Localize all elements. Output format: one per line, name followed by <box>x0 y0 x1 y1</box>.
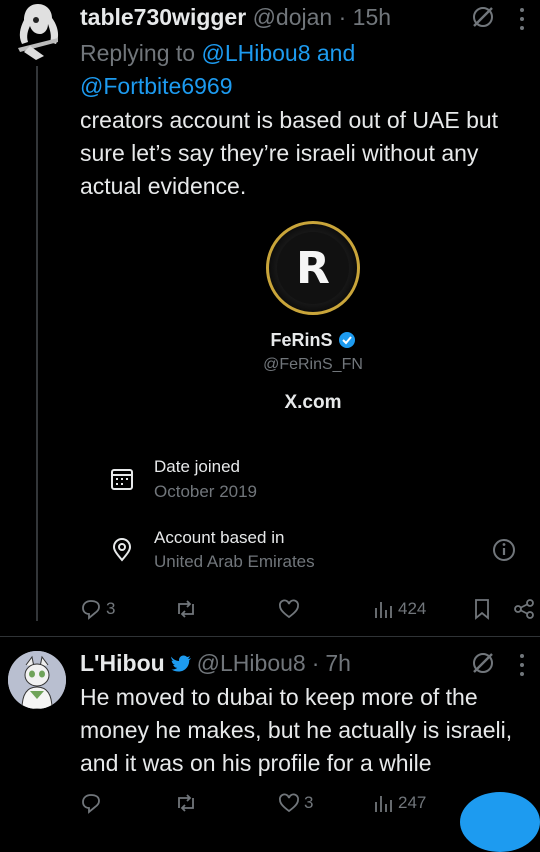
bookmark-icon <box>475 599 489 620</box>
share-button[interactable] <box>512 598 536 620</box>
divider <box>0 636 540 637</box>
author-name[interactable]: table730wigger <box>80 4 246 30</box>
bookmark-button[interactable] <box>472 598 492 620</box>
verified-badge-icon <box>338 332 355 348</box>
more-options-icon[interactable] <box>518 6 526 32</box>
compose-button[interactable] <box>460 792 540 852</box>
repost-button[interactable] <box>174 792 198 814</box>
tweet-text: creators account is based out of UAE but… <box>80 107 499 199</box>
views-icon <box>375 602 392 618</box>
views-button[interactable]: 424 <box>374 598 426 620</box>
reply-button[interactable]: 3 <box>80 598 115 620</box>
tweet-time[interactable]: 15h <box>353 4 391 30</box>
tweet-time[interactable]: 7h <box>325 650 351 677</box>
author-name[interactable]: L'Hibou <box>80 650 165 677</box>
share-icon <box>514 599 534 619</box>
date-joined-value: October 2019 <box>154 482 258 501</box>
more-options-icon[interactable] <box>518 652 526 678</box>
time-separator: · <box>311 650 320 676</box>
view-count: 247 <box>398 793 427 812</box>
tweet-header: L'Hibou @LHibou8 · 7h <box>80 650 351 677</box>
views-button[interactable]: 247 <box>374 792 426 814</box>
like-button[interactable] <box>278 598 300 620</box>
site-label[interactable]: X.com <box>200 392 426 414</box>
profile-handle[interactable]: @FeRinS_FN <box>200 356 426 374</box>
repost-icon <box>178 600 194 618</box>
views-icon <box>375 796 392 812</box>
bird-icon <box>170 655 191 671</box>
heart-icon <box>279 599 299 619</box>
author-handle[interactable]: @LHibou8 <box>197 650 306 677</box>
location-icon <box>109 537 135 563</box>
based-in-value: United Arab Emirates <box>154 552 315 571</box>
mention-link[interactable]: @Fortbite6969 <box>80 73 233 99</box>
view-count: 424 <box>398 599 427 618</box>
based-in-label: Account based in <box>154 528 285 547</box>
reply-icon <box>82 600 100 620</box>
profile-name[interactable]: FeRinS <box>270 330 332 350</box>
heart-icon <box>279 793 299 813</box>
date-joined-label: Date joined <box>154 457 241 476</box>
tweet-header: table730wigger @dojan · 15h <box>80 4 391 31</box>
calendar-icon <box>109 466 135 492</box>
profile-logo-letter: R <box>277 232 349 304</box>
replying-prefix: Replying to <box>80 40 196 66</box>
reply-icon <box>82 794 100 814</box>
grok-icon[interactable] <box>470 650 496 676</box>
replying-to: Replying to @LHibou8 and @Fortbite6969 <box>80 37 500 103</box>
time-separator: · <box>338 4 347 30</box>
profile-avatar[interactable]: R <box>266 221 360 315</box>
replying-and: and <box>316 40 356 66</box>
tweet-text: He moved to dubai to keep more of the mo… <box>80 684 513 776</box>
mention-link[interactable]: @LHibou8 <box>201 40 310 66</box>
author-handle[interactable]: @dojan <box>253 4 333 30</box>
info-icon[interactable] <box>491 537 517 563</box>
author-avatar[interactable] <box>14 2 62 62</box>
like-count: 3 <box>304 793 314 812</box>
repost-icon <box>178 794 194 812</box>
thread-connector-line <box>36 66 38 621</box>
reply-button[interactable] <box>80 792 102 814</box>
repost-button[interactable] <box>174 598 198 620</box>
profile-name-row: FeRinS <box>200 330 426 351</box>
author-avatar[interactable] <box>8 651 66 709</box>
grok-icon[interactable] <box>470 4 496 30</box>
like-button[interactable]: 3 <box>278 792 313 814</box>
reply-count: 3 <box>106 599 116 618</box>
